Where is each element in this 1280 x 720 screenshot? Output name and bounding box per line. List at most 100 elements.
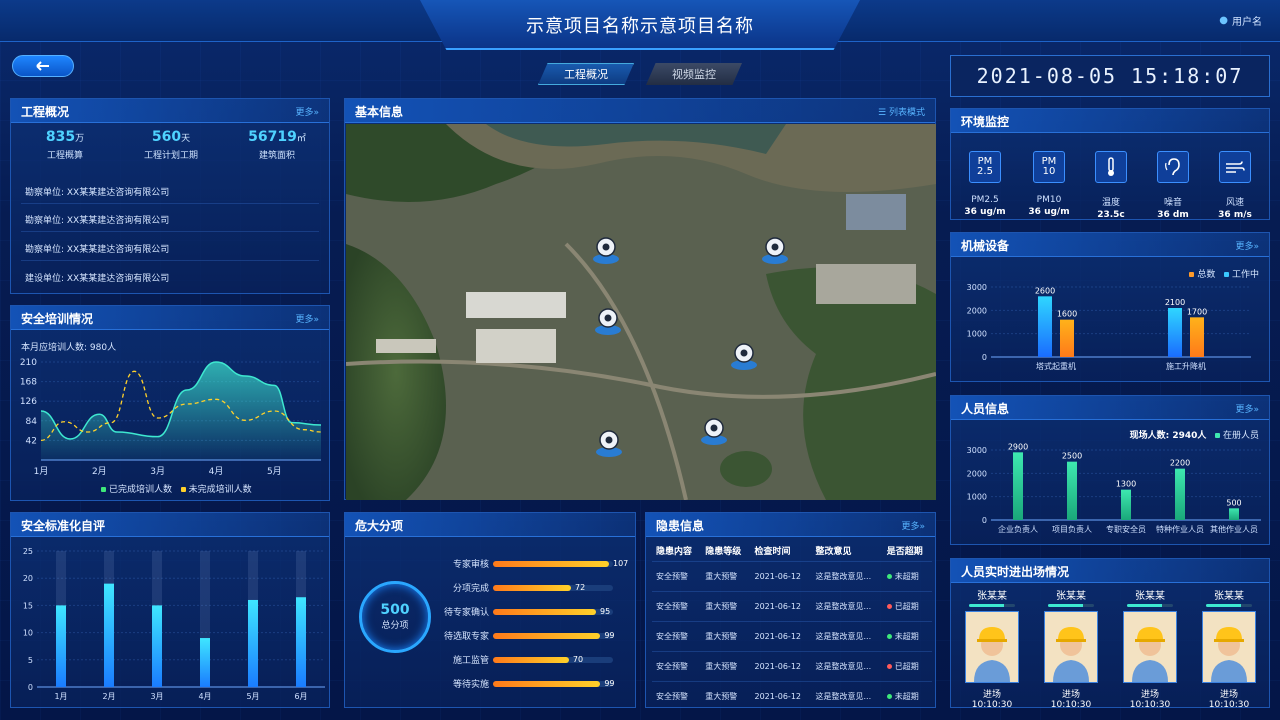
bar-value-label: 2100 — [1165, 298, 1185, 307]
x-tick-label: 施工升降机 — [1166, 361, 1206, 371]
env-label: 噪音 — [1163, 198, 1182, 208]
env-temperature: 温度 23.5c — [1081, 151, 1141, 220]
danger-track — [493, 585, 613, 591]
y-tick-label: 0 — [982, 516, 987, 525]
bar — [248, 599, 258, 687]
danger-fill — [493, 633, 601, 639]
standard-panel: 安全标准化自评 0 5 10 15 20 25 1月 2月 3月 4月 5月 6月 — [10, 512, 330, 708]
stat-duration: 560天 工程计划工期 — [123, 129, 219, 171]
x-tick-label: 企业负责人 — [998, 524, 1038, 534]
table-row[interactable]: 安全预警 重大预警 2021-06-12 这是整改意见... 未超期 — [652, 620, 932, 651]
clock-display: 2021-08-05 15:18:07 — [950, 55, 1270, 97]
bar-value-label: 1600 — [1057, 310, 1077, 319]
danger-track — [493, 681, 613, 687]
machinery-panel: 机械设备 更多» 总数 工作中 0 1000 2000 3000 塔式起重机 2600 16… — [950, 232, 1270, 382]
status-dot — [886, 633, 892, 639]
table-row[interactable]: 安全预警 重大预警 2021-06-12 这是整改意见... 未超期 — [652, 560, 932, 591]
bar-value-label: 2600 — [1035, 286, 1055, 295]
env-label: PM10 — [1036, 195, 1062, 205]
more-link[interactable]: 更多» — [295, 312, 319, 325]
table-cell: 这是整改意见... — [811, 590, 883, 621]
x-tick-label: 项目负责人 — [1052, 524, 1092, 534]
bar-value-label: 1300 — [1116, 480, 1136, 489]
bar — [1060, 319, 1074, 357]
y-tick-label: 5 — [28, 656, 33, 665]
x-tick-label: 4月 — [198, 692, 211, 701]
list-mode-label: 列表模式 — [888, 108, 925, 118]
status-cell: 未超期 — [882, 620, 932, 651]
more-link[interactable]: 更多» — [295, 105, 319, 118]
panel-header: 安全培训情况 更多» — [11, 306, 329, 330]
env-label: 温度 — [1101, 198, 1120, 208]
y-tick-label: 1000 — [967, 493, 987, 502]
more-link[interactable]: 更多» — [1235, 402, 1259, 415]
table-cell: 这是整改意见... — [811, 620, 883, 651]
person-card[interactable]: 张某某 进场 10:10:30 — [963, 587, 1021, 710]
thermometer-icon — [1095, 151, 1127, 183]
y-tick-label: 1000 — [967, 330, 987, 339]
x-tick-label: 2月 — [92, 466, 107, 477]
danger-fill — [493, 681, 601, 687]
standard-bar-chart: 0 5 10 15 20 25 1月 2月 3月 4月 5月 6月 — [23, 547, 325, 701]
danger-fill — [493, 609, 596, 615]
total-ring: 500 总分项 — [359, 581, 431, 653]
bar-value-label: 1700 — [1187, 307, 1207, 316]
bar — [200, 638, 210, 687]
x-tick-label: 1月 — [54, 692, 67, 701]
y-tick-label: 3000 — [967, 283, 987, 292]
overview-panel: 工程概况 更多» 835万 工程概算 560天 工程计划工期 56719㎡ 建筑… — [10, 98, 330, 294]
table-cell: 这是整改意见... — [811, 560, 883, 591]
more-link[interactable]: 更多» — [1235, 239, 1259, 252]
danger-row: 分项完成 72 — [435, 581, 615, 594]
tab-video[interactable]: 视频监控 — [646, 63, 742, 85]
danger-value: 72 — [575, 583, 586, 592]
personnel-bar-chart: 0 1000 2000 3000 企业负责人 2900 项目负责人 2500 专职安全员 1300… — [967, 442, 1261, 534]
y-tick-label: 2000 — [967, 469, 987, 478]
hazard-table: 隐患内容 隐患等级 检查时间 整改意见 是否超期 安全预警 重大预警 2021-06… — [652, 541, 932, 711]
bar-value-label: 2200 — [1170, 459, 1190, 468]
person-name: 张某某 — [1135, 591, 1165, 602]
x-tick-label: 1月 — [34, 466, 49, 477]
table-row[interactable]: 安全预警 重大预警 2021-06-12 这是整改意见... 已超期 — [652, 590, 932, 621]
satellite-map[interactable] — [346, 124, 936, 500]
back-button[interactable] — [12, 55, 74, 77]
status-dot — [886, 573, 892, 579]
bar — [296, 597, 306, 687]
person-card[interactable]: 张某某 进场 10:10:30 — [1121, 587, 1179, 710]
person-bar — [1048, 604, 1094, 607]
person-card[interactable]: 张某某 进场 10:10:30 — [1200, 587, 1258, 710]
danger-row: 待专家确认 95 — [435, 605, 615, 618]
stat-label: 工程计划工期 — [143, 151, 198, 161]
more-link[interactable]: 更多» — [901, 519, 925, 532]
list-mode-link[interactable]: ☰ 列表模式 — [878, 105, 925, 118]
column-header: 整改意见 — [815, 547, 852, 558]
panel-header: 危大分项 — [345, 513, 635, 537]
panel-title: 环境监控 — [961, 115, 1010, 129]
danger-label: 分项完成 — [452, 584, 489, 594]
env-label: 风速 — [1225, 198, 1244, 208]
env-value: 23.5c — [1097, 210, 1125, 220]
env-panel: 环境监控 PM 2.5 PM2.5 36 ug/m PM 10 PM10 36 … — [950, 108, 1270, 220]
panel-title: 隐患信息 — [656, 519, 705, 533]
user-name: 用户名 — [1232, 17, 1262, 28]
x-tick-label: 2月 — [102, 692, 115, 701]
y-tick-label: 0 — [28, 683, 33, 692]
bar — [1038, 296, 1052, 357]
person-name: 张某某 — [977, 591, 1007, 602]
info-row: 勘察单位: XX某某建达咨询有限公司 — [25, 245, 170, 255]
table-row[interactable]: 安全预警 重大预警 2021-06-12 这是整改意见... 已超期 — [652, 650, 932, 681]
person-card[interactable]: 张某某 进场 10:10:30 — [1042, 587, 1100, 710]
danger-track — [493, 561, 613, 567]
table-row[interactable]: 安全预警 重大预警 2021-06-12 这是整改意见... 未超期 — [652, 680, 932, 711]
danger-label: 施工监管 — [452, 656, 489, 666]
bar-value-label: 2500 — [1062, 452, 1082, 461]
table-cell: 安全预警 — [652, 590, 702, 621]
tab-overview[interactable]: 工程概况 — [538, 63, 634, 85]
env-noise: 噪音 36 dm — [1143, 151, 1203, 220]
status-cell: 已超期 — [882, 650, 932, 681]
panel-header: 人员实时进出场情况 — [951, 559, 1269, 583]
table-header: 隐患内容 隐患等级 检查时间 整改意见 是否超期 — [652, 541, 932, 561]
danger-track — [493, 633, 613, 639]
pm10-icon: PM 10 — [1033, 151, 1065, 183]
user-menu[interactable]: ● 用户名 — [1219, 13, 1262, 28]
